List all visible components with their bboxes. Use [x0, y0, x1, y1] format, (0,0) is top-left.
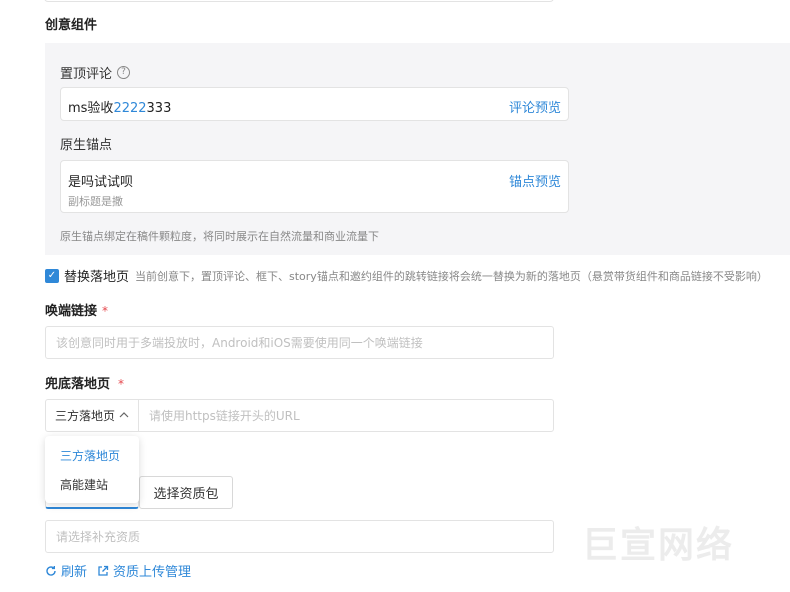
- wakeup-link-placeholder: 该创意同时用于多端投放时，Android和iOS需要使用同一个唤端链接: [56, 336, 423, 350]
- replace-landing-label[interactable]: 替换落地页: [64, 266, 129, 285]
- section-title: 创意组件: [45, 18, 98, 33]
- landing-type-select[interactable]: 三方落地页: [45, 399, 139, 432]
- refresh-label: 刷新: [61, 565, 88, 580]
- help-icon[interactable]: ?: [117, 66, 131, 79]
- dropdown-option-site-builder[interactable]: 高能建站: [45, 470, 139, 499]
- native-anchor-box[interactable]: 是吗试试呗 副标题是撒 锚点预览: [60, 160, 569, 213]
- wakeup-link-title-text: 唤端链接: [45, 304, 98, 319]
- creative-form-page: 创意组件 置顶评论 ? ms验收2222333 评论预览 原生锚点 是吗试试呗 …: [0, 0, 790, 592]
- pinned-comment-box[interactable]: ms验收2222333 评论预览: [60, 87, 569, 121]
- landing-type-dropdown: 三方落地页 高能建站: [45, 436, 139, 503]
- native-anchor-label: 原生锚点: [60, 138, 113, 153]
- qualification-input[interactable]: 请选择补充资质: [45, 520, 554, 553]
- pinned-comment-value-highlight: 2222: [113, 101, 147, 116]
- qualification-placeholder: 请选择补充资质: [56, 530, 141, 544]
- upload-manage-label: 资质上传管理: [113, 565, 192, 580]
- landing-url-input[interactable]: 请使用https链接开头的URL: [138, 399, 554, 432]
- comment-preview-link[interactable]: 评论预览: [509, 97, 561, 116]
- previous-field-bottom: [44, 0, 554, 2]
- landing-type-selected-value: 三方落地页: [55, 409, 116, 423]
- creative-components-panel: 置顶评论 ? ms验收2222333 评论预览 原生锚点 是吗试试呗 副标题是撒…: [45, 43, 790, 255]
- pinned-comment-label-row: 置顶评论 ?: [60, 63, 131, 82]
- native-anchor-subtitle: 副标题是撒: [68, 195, 123, 208]
- resource-actions: 刷新 资质上传管理: [45, 561, 201, 580]
- dropdown-option-third-party[interactable]: 三方落地页: [45, 441, 139, 470]
- chevron-up-icon: [119, 410, 129, 421]
- required-mark: *: [118, 377, 125, 391]
- landing-url-placeholder: 请使用https链接开头的URL: [149, 409, 300, 423]
- select-pack-button[interactable]: 选择资质包: [139, 476, 233, 509]
- native-anchor-hint: 原生锚点绑定在稿件颗粒度，将同时展示在自然流量和商业流量下: [60, 230, 379, 243]
- pinned-comment-value-prefix: ms验收: [68, 101, 114, 116]
- pinned-comment-value: ms验收2222333: [68, 97, 171, 116]
- watermark: 巨宣网络: [582, 525, 735, 566]
- external-link-icon: [98, 565, 109, 576]
- fallback-landing-title-text: 兜底落地页: [45, 377, 111, 392]
- refresh-icon: [46, 565, 56, 576]
- native-anchor-title: 是吗试试呗: [68, 175, 134, 190]
- upload-manage-link[interactable]: 资质上传管理: [97, 561, 191, 580]
- pinned-comment-label: 置顶评论: [60, 67, 113, 82]
- replace-landing-row: ✓ 替换落地页 当前创意下，置顶评论、框下、story锚点和邀约组件的跳转链接将…: [45, 266, 768, 285]
- replace-landing-description: 当前创意下，置顶评论、框下、story锚点和邀约组件的跳转链接将会统一替换为新的…: [135, 269, 768, 283]
- refresh-button[interactable]: 刷新: [45, 561, 87, 580]
- pinned-comment-value-suffix: 333: [146, 101, 172, 116]
- wakeup-link-input[interactable]: 该创意同时用于多端投放时，Android和iOS需要使用同一个唤端链接: [45, 326, 554, 359]
- replace-landing-checkbox[interactable]: ✓: [45, 268, 59, 283]
- anchor-preview-link[interactable]: 锚点预览: [509, 171, 561, 190]
- fallback-landing-title: 兜底落地页 *: [45, 373, 124, 392]
- required-mark: *: [102, 304, 109, 318]
- wakeup-link-title: 唤端链接 *: [45, 300, 108, 319]
